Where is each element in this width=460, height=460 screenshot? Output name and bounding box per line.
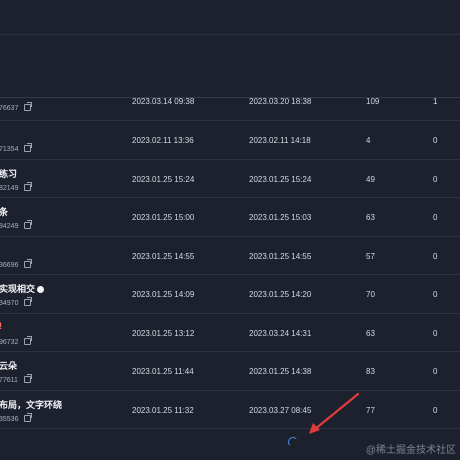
article-id: 71354 — [0, 143, 33, 153]
view-count: 49 — [366, 174, 375, 184]
article-title[interactable]: 条 — [0, 205, 8, 218]
copy-icon[interactable] — [24, 143, 33, 152]
article-title[interactable]: ! — [0, 321, 2, 331]
copy-icon[interactable] — [24, 102, 33, 111]
table-row[interactable]: ! 96732 2023.01.25 13:12 2023.03.24 14:3… — [0, 314, 460, 352]
created-time: 2023.01.25 14:55 — [132, 251, 195, 261]
article-id: 82149 — [0, 181, 33, 192]
view-count: 4 — [366, 136, 371, 145]
updated-time: 2023.01.25 14:55 — [249, 251, 312, 261]
updated-time: 2023.02.11 14:18 — [249, 136, 311, 145]
created-time: 2023.01.25 14:09 — [132, 290, 195, 299]
like-count: 0 — [433, 251, 438, 261]
article-title[interactable]: 布局，文字环绕 — [0, 398, 62, 411]
like-count: 0 — [433, 136, 438, 145]
updated-time: 2023.03.24 14:31 — [249, 328, 312, 338]
table-row[interactable]: 76637 2023.03.14 09:38 2023.03.20 18:38 … — [0, 97, 460, 121]
updated-time: 2023.03.20 18:38 — [249, 97, 312, 106]
top-bar — [0, 0, 460, 35]
created-time: 2023.03.14 09:38 — [132, 97, 195, 106]
app-page: 76637 2023.03.14 09:38 2023.03.20 18:38 … — [0, 0, 460, 460]
article-id: 76637 — [0, 102, 33, 112]
created-time: 2023.01.25 11:32 — [132, 405, 194, 415]
like-count: 0 — [433, 367, 438, 376]
created-time: 2023.02.11 13:36 — [132, 136, 194, 145]
view-count: 63 — [366, 213, 375, 222]
copy-icon[interactable] — [24, 335, 33, 345]
view-count: 83 — [366, 367, 375, 376]
copy-icon[interactable] — [23, 374, 32, 383]
copy-icon[interactable] — [24, 412, 33, 422]
table-row[interactable]: 36696 2023.01.25 14:55 2023.01.25 14:55 … — [0, 237, 460, 275]
view-count: 57 — [366, 251, 375, 261]
article-id: 36696 — [0, 258, 33, 269]
like-count: 1 — [433, 97, 438, 106]
article-id: 35536 — [0, 412, 33, 423]
updated-time: 2023.01.25 15:24 — [249, 174, 312, 184]
table-row[interactable]: 布局，文字环绕 35536 2023.01.25 11:32 2023.03.2… — [0, 391, 460, 429]
like-count: 0 — [433, 213, 438, 222]
article-id: 34970 — [0, 297, 33, 307]
red-arrow-annotation-icon — [309, 392, 360, 434]
articles-table: 76637 2023.03.14 09:38 2023.03.20 18:38 … — [0, 97, 460, 429]
table-row[interactable]: 云朵 77611 2023.01.25 11:44 2023.01.25 14:… — [0, 352, 460, 391]
table-row[interactable]: 71354 2023.02.11 13:36 2023.02.11 14:18 … — [0, 121, 460, 160]
like-count: 0 — [433, 405, 438, 415]
article-id: 84249 — [0, 220, 33, 230]
like-count: 0 — [433, 174, 438, 184]
created-time: 2023.01.25 13:12 — [132, 328, 195, 338]
copy-icon[interactable] — [24, 220, 33, 229]
created-time: 2023.01.25 15:00 — [132, 213, 195, 222]
copy-icon[interactable] — [24, 258, 33, 268]
view-count: 109 — [366, 97, 380, 106]
updated-time: 2023.01.25 14:38 — [249, 367, 312, 376]
view-count: 70 — [366, 290, 375, 299]
article-id: 96732 — [0, 335, 33, 346]
table-row[interactable]: 条 84249 2023.01.25 15:00 2023.01.25 15:0… — [0, 198, 460, 237]
loading-spinner-icon — [288, 437, 298, 447]
created-time: 2023.01.25 11:44 — [132, 367, 194, 376]
table-row[interactable]: 实现相交 34970 2023.01.25 14:09 2023.01.25 1… — [0, 275, 460, 314]
updated-time: 2023.01.25 15:03 — [249, 213, 312, 222]
like-count: 0 — [433, 328, 438, 338]
article-id: 77611 — [0, 374, 32, 384]
view-count: 63 — [366, 328, 375, 338]
like-count: 0 — [433, 290, 438, 299]
article-title[interactable]: 练习 — [0, 167, 17, 180]
watermark: @稀土掘金技术社区 — [365, 445, 456, 456]
table-header-area — [0, 35, 460, 98]
circle-icon — [37, 286, 45, 293]
article-title[interactable]: 云朵 — [0, 359, 17, 372]
updated-time: 2023.01.25 14:20 — [249, 290, 312, 299]
copy-icon[interactable] — [24, 181, 33, 191]
copy-icon[interactable] — [24, 297, 33, 306]
article-title[interactable]: 实现相交 — [0, 282, 45, 295]
created-time: 2023.01.25 15:24 — [132, 174, 195, 184]
table-row[interactable]: 练习 82149 2023.01.25 15:24 2023.01.25 15:… — [0, 160, 460, 198]
